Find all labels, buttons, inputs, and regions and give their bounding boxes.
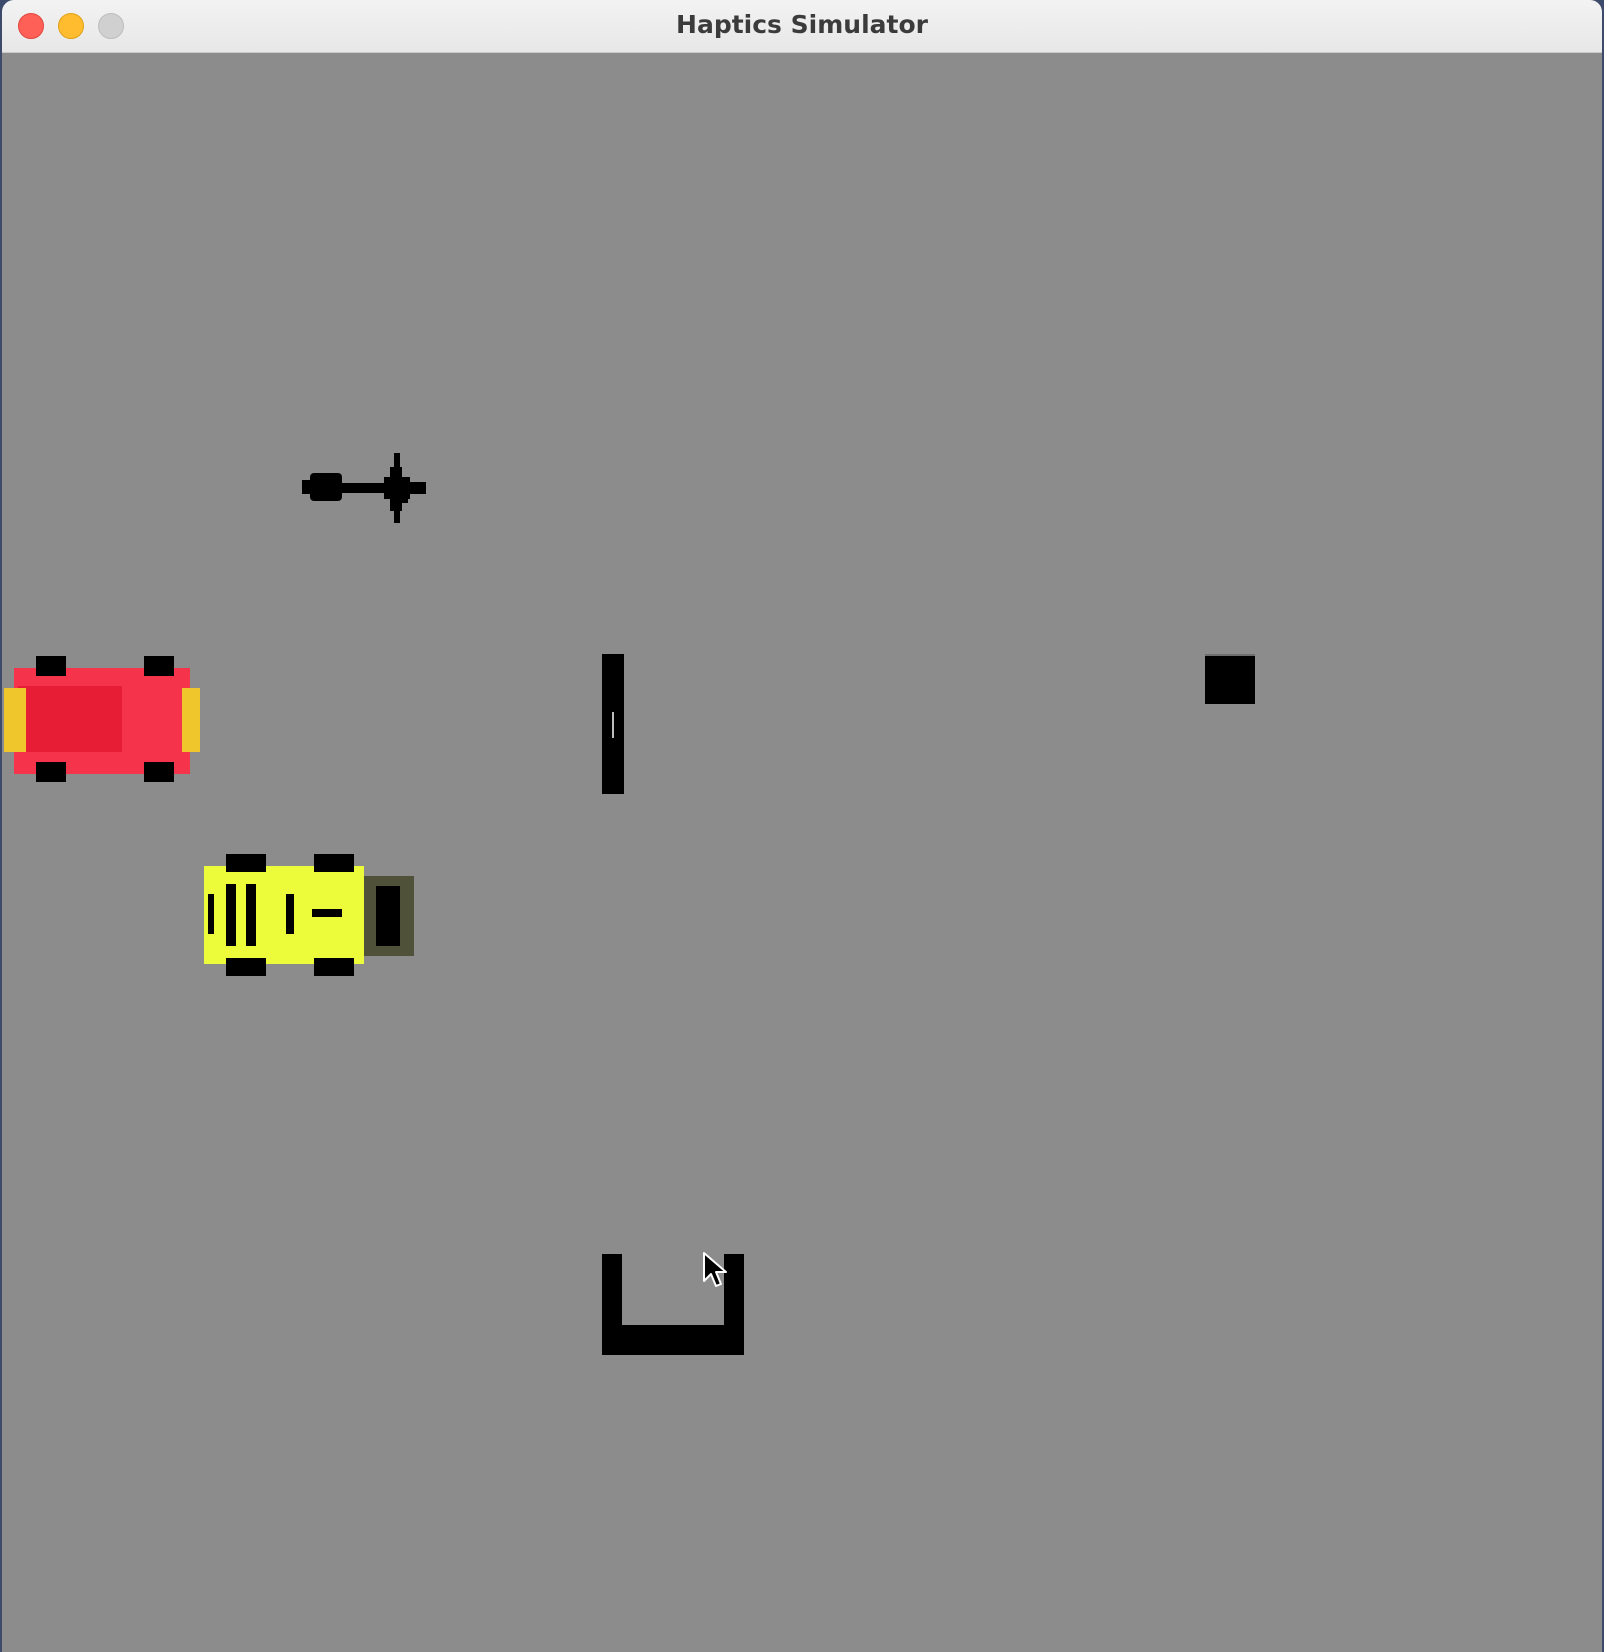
title-bar[interactable]: Haptics Simulator: [2, 0, 1602, 53]
simulator-window: Haptics Simulator: [2, 0, 1602, 1652]
yellow-car-sprite[interactable]: [204, 854, 414, 976]
window-title: Haptics Simulator: [676, 10, 928, 39]
square-block-sprite[interactable]: [1205, 654, 1255, 704]
arrow-sprite[interactable]: [302, 453, 434, 525]
vertical-wall-sprite[interactable]: [602, 654, 624, 794]
mouse-cursor-icon: [703, 1252, 727, 1287]
simulation-canvas[interactable]: [2, 53, 1602, 1652]
red-car-sprite[interactable]: [4, 656, 200, 784]
